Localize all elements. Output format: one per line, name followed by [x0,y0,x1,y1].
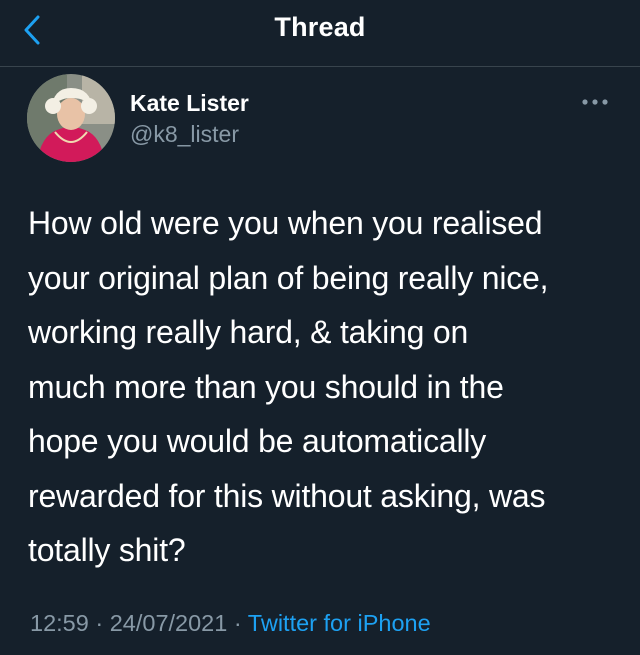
page-title: Thread [274,12,366,42]
tweet-time: 12:59 [30,610,89,636]
profile-photo [27,74,115,162]
avatar[interactable] [27,74,115,162]
tweet-source-link[interactable]: Twitter for iPhone [248,610,431,636]
tweet-line: totally shit? [28,532,186,568]
tweet-text: How old were you when you realised your … [28,196,628,578]
author-name[interactable]: Kate Lister [130,90,249,117]
tweet-line: much more than you should in the [28,368,504,405]
top-bar: Thread [0,0,640,67]
tweet-line: your original plan of being really nice, [28,259,549,296]
meta-separator: · [88,610,110,636]
meta-separator: · [227,610,248,636]
tweet-line: hope you would be automatically [28,423,487,459]
more-dots-icon [582,99,608,105]
author-handle[interactable]: @k8_lister [130,121,239,148]
tweet-meta: 12:59 · 24/07/2021 · Twitter for iPhone [30,610,431,637]
tweet-date: 24/07/2021 [109,610,228,636]
tweet-line: rewarded for this without asking, was [28,477,546,514]
tweet-line: working really hard, & taking on [28,314,469,350]
tweet-line: How old were you when you realised [28,205,543,241]
more-options-button[interactable] [580,95,610,109]
